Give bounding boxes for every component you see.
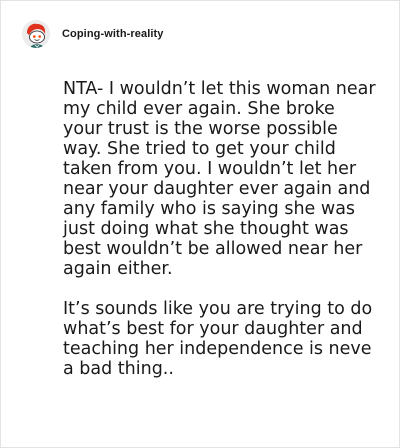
reddit-snoo-avatar-icon[interactable] <box>22 20 50 48</box>
snoo-icon <box>22 20 50 48</box>
comment-header: Coping-with-reality <box>22 18 164 50</box>
comment-paragraph: It’s sounds like you are trying to do wh… <box>63 299 373 379</box>
comment-body: NTA- I wouldn’t let this woman near my c… <box>63 79 379 399</box>
comment-paragraph: NTA- I wouldn’t let this woman near my c… <box>63 79 376 279</box>
comment-card: Coping-with-reality NTA- I wouldn’t let … <box>0 0 400 448</box>
username-link[interactable]: Coping-with-reality <box>62 28 164 40</box>
